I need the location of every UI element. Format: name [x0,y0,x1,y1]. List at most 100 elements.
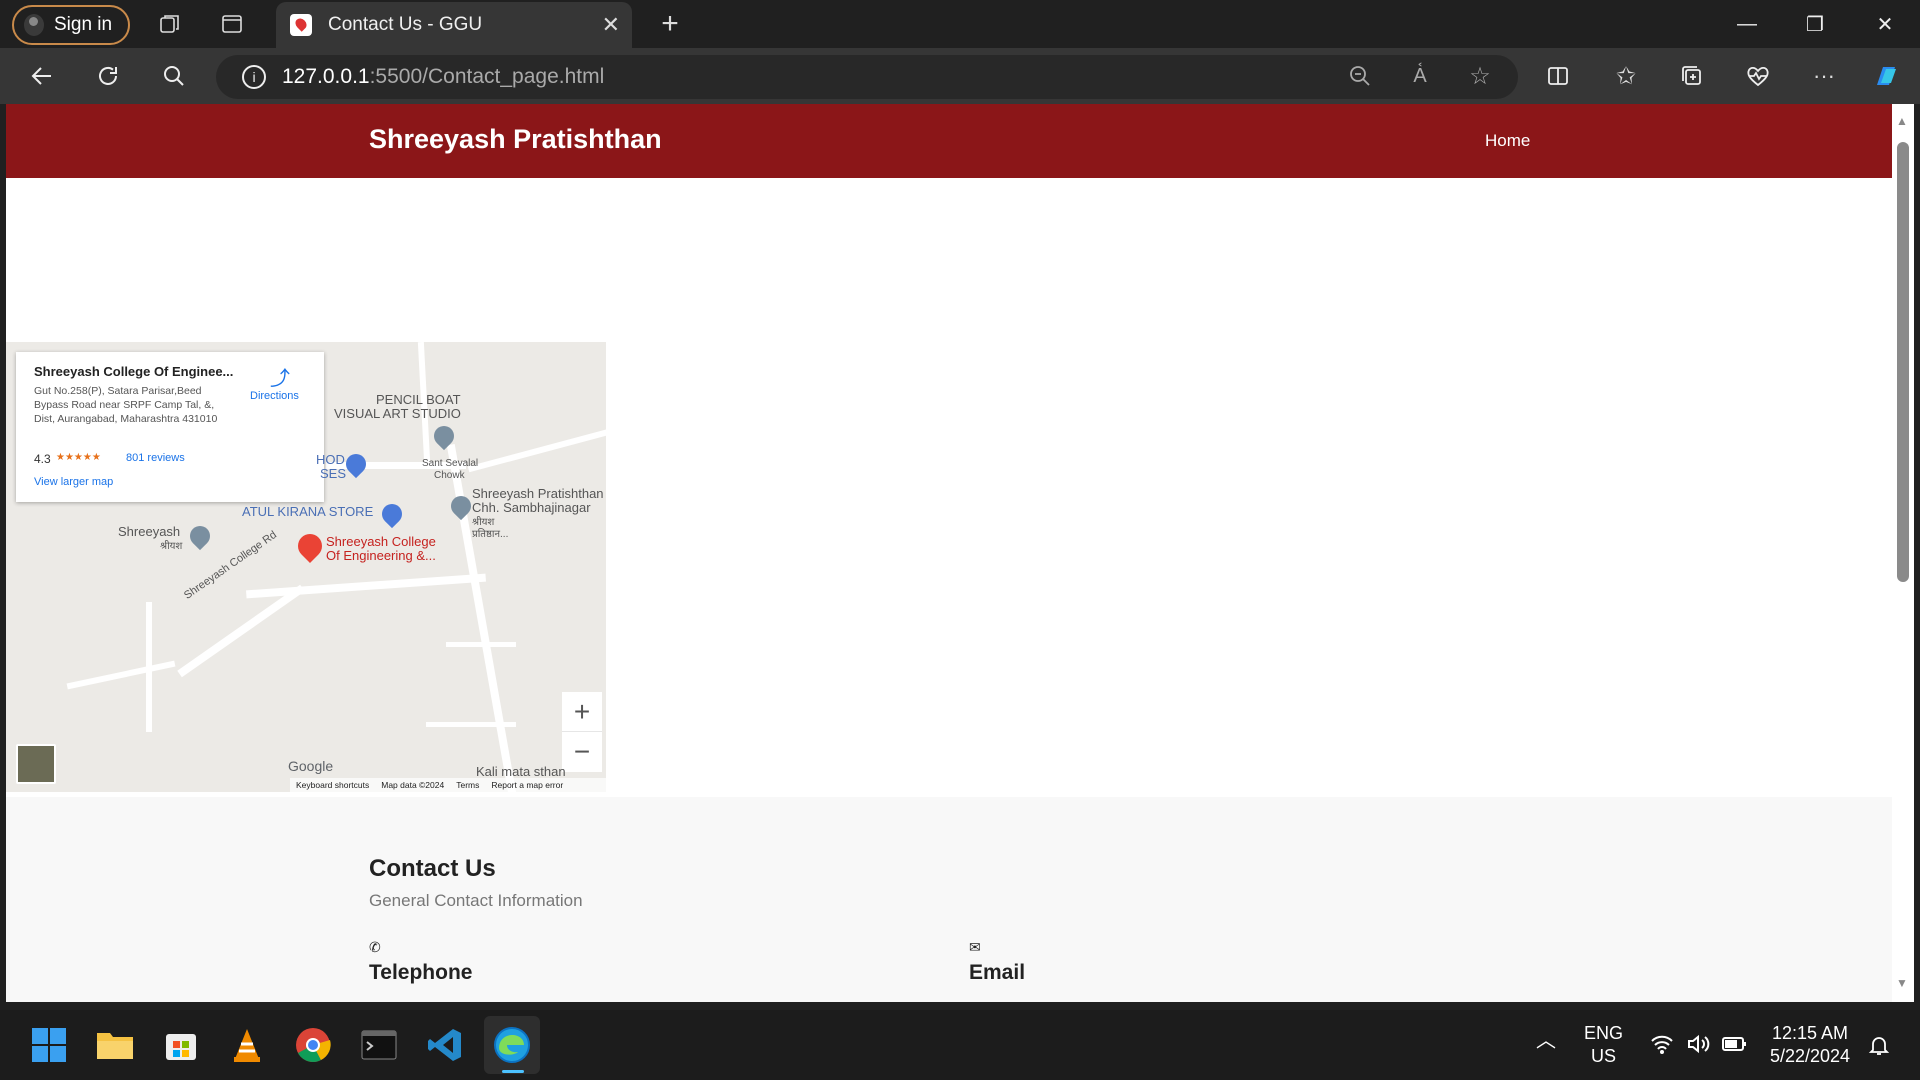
profile-avatar-icon [24,14,44,36]
wifi-icon[interactable] [1650,1034,1674,1059]
search-icon[interactable] [154,56,194,96]
close-window-icon[interactable]: ✕ [1852,0,1918,48]
map-zoom-in-button[interactable]: + [562,692,602,732]
map-attribution: Keyboard shortcuts Map data ©2024 Terms … [290,778,606,792]
embedded-map[interactable]: Shreeyash College Of Enginee... Gut No.2… [6,342,606,792]
terms-link[interactable]: Terms [456,780,479,790]
new-tab-button[interactable]: + [650,4,690,44]
nav-home-link[interactable]: Home [1485,131,1530,151]
tab-contact-us[interactable]: Contact Us - GGU ✕ [276,2,632,48]
vertical-tabs-icon[interactable] [212,4,252,44]
more-options-icon[interactable]: ··· [1804,56,1844,96]
map-place-card: Shreeyash College Of Enginee... Gut No.2… [16,352,324,502]
microsoft-store-icon[interactable] [156,1020,206,1070]
site-info-icon[interactable]: i [242,65,266,89]
contact-title: Contact Us [369,855,496,882]
shopping-pin-icon[interactable] [377,499,407,529]
map-pin-icon[interactable] [185,521,215,551]
clock-date: 5/22/2024 [1769,1046,1851,1066]
close-tab-icon[interactable]: ✕ [602,12,620,38]
directions-icon[interactable]: ⤴ [270,362,290,390]
language-code: ENG [1584,1023,1624,1043]
telephone-heading: Telephone [369,961,473,984]
restore-icon[interactable]: ❐ [1782,0,1848,48]
map-road [446,642,516,647]
notification-bell-icon[interactable] [1868,1034,1890,1061]
scroll-up-icon[interactable]: ▲ [1896,114,1908,128]
google-logo: Google [288,758,334,774]
keyboard-shortcuts-link[interactable]: Keyboard shortcuts [296,780,369,790]
vscode-icon[interactable] [420,1020,470,1070]
region-code: US [1591,1046,1617,1066]
battery-icon[interactable] [1722,1036,1748,1057]
read-aloud-icon[interactable]: A᷾ [1400,56,1440,96]
shopping-pin-icon[interactable] [341,449,371,479]
map-road [177,584,305,678]
map-label: PENCIL BOAT [376,392,461,407]
map-data-text: Map data ©2024 [381,780,445,790]
tab-title: Contact Us - GGU [328,14,483,35]
show-hidden-icons-icon[interactable]: ︿ [1536,1030,1556,1053]
address-bar[interactable]: i 127.0.0.1:5500/Contact_page.html [216,55,1518,99]
language-indicator[interactable]: ENG US [1584,1022,1623,1068]
vlc-icon[interactable] [222,1020,272,1070]
file-explorer-icon[interactable] [90,1020,140,1070]
contact-subtitle: General Contact Information [369,891,583,910]
map-label: प्रतिष्ठान... [472,529,509,540]
phone-icon: ✆ [369,939,381,955]
favorite-star-icon[interactable]: ☆ [1460,56,1500,96]
site-brand[interactable]: Shreeyash Pratishthan [369,124,662,155]
site-navbar: Shreeyash Pratishthan Home [6,104,1892,178]
map-label: Of Engineering &... [326,548,436,563]
map-zoom-out-button[interactable]: − [562,732,602,772]
clock[interactable]: 12:15 AM 5/22/2024 [1764,1022,1856,1068]
view-larger-map-link[interactable]: View larger map [34,476,113,488]
map-label: HOD [316,452,345,467]
map-label: Chh. Sambhajinagar [472,500,591,515]
edge-icon[interactable] [484,1016,540,1074]
map-label: Shreeyash College [326,534,436,549]
active-app-indicator [502,1070,524,1073]
location-pin-icon[interactable] [293,529,327,563]
browser-essentials-icon[interactable] [1738,56,1778,96]
map-label: VISUAL ART STUDIO [334,406,461,421]
split-screen-icon[interactable] [1538,56,1578,96]
scroll-down-icon[interactable]: ▼ [1896,976,1908,990]
map-road [426,722,516,727]
reviews-link[interactable]: 801 reviews [126,452,185,464]
map-label: Kali mata sthan [476,764,566,779]
map-road [467,427,606,473]
back-arrow-icon[interactable] [22,56,62,96]
volume-icon[interactable] [1686,1034,1710,1059]
satellite-toggle-icon[interactable] [16,744,56,784]
map-label: Sant Sevalal [422,458,479,469]
map-label: Shreeyash Pratishthan [472,486,604,501]
sign-in-button[interactable]: Sign in [12,5,130,45]
copilot-icon[interactable] [1866,56,1906,96]
site-favicon-icon [290,14,312,36]
url-host: 127.0.0.1 [282,65,370,88]
windows-start-icon[interactable] [24,1020,74,1070]
collections-icon[interactable] [1672,56,1712,96]
map-road [66,660,176,690]
envelope-icon: ✉ [969,939,981,955]
refresh-icon[interactable] [88,56,128,96]
directions-link[interactable]: Directions [250,390,299,402]
map-label: ATUL KIRANA STORE [242,504,374,519]
chrome-icon[interactable] [288,1020,338,1070]
map-label: श्रीयश [160,541,183,552]
map-label: Shreeyash [118,524,181,539]
terminal-icon[interactable] [354,1020,404,1070]
scrollbar-thumb[interactable] [1897,142,1909,582]
report-error-link[interactable]: Report a map error [491,780,563,790]
map-label: Chowk [434,470,465,481]
email-heading: Email [969,961,1026,984]
clock-time: 12:15 AM [1771,1023,1849,1043]
minimize-icon[interactable]: — [1714,0,1780,48]
favorites-icon[interactable]: ✩ [1606,56,1646,96]
web-page: Shreeyash Pratishthan Home Shreeyash Col… [6,104,1892,1002]
workspaces-icon[interactable] [150,4,190,44]
zoom-out-icon[interactable] [1340,56,1380,96]
sign-in-label: Sign in [54,14,113,35]
map-pin-icon[interactable] [446,491,476,521]
